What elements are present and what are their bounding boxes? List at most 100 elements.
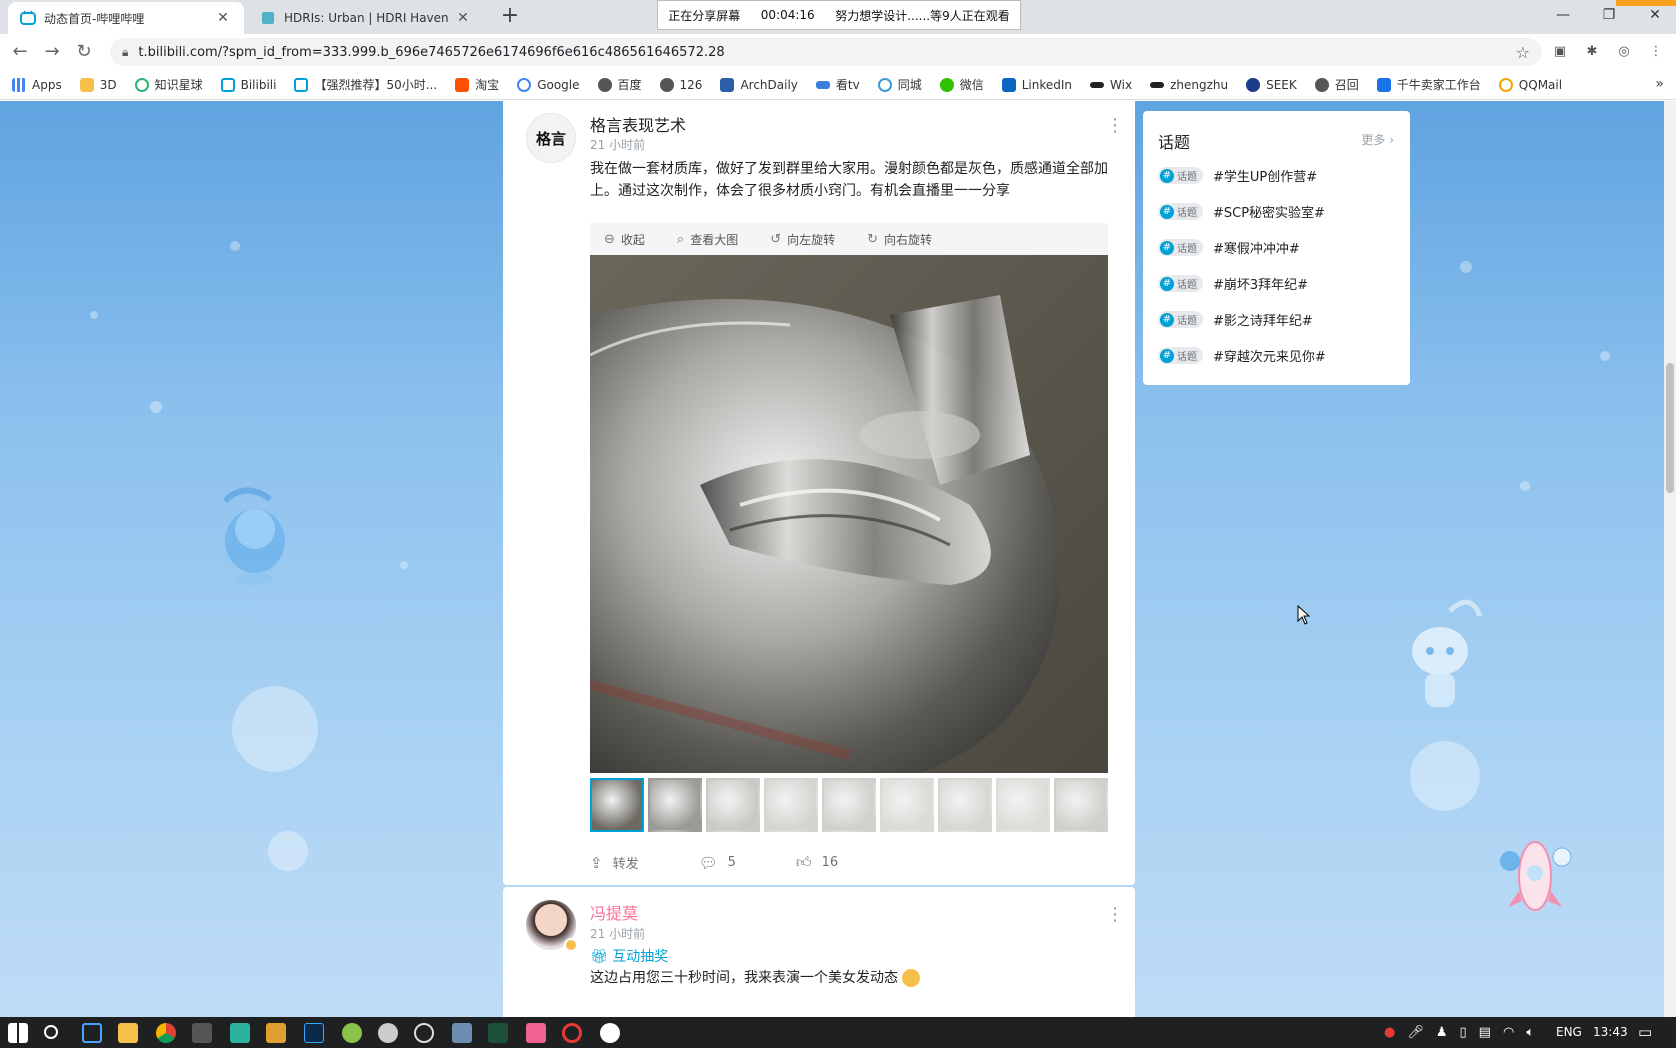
rotate-left-button[interactable]: ↺ 向左旋转 — [770, 231, 835, 248]
app-icon[interactable] — [342, 1023, 362, 1043]
close-tab-icon[interactable]: ✕ — [454, 10, 472, 26]
topic-item[interactable]: # 话题 #SCP秘密实验室# — [1158, 202, 1325, 221]
input-language[interactable]: ENG — [1556, 1017, 1582, 1048]
more-options-icon[interactable]: ⋮ — [1106, 117, 1124, 135]
reload-icon[interactable]: ↻ — [72, 40, 96, 64]
minimize-icon[interactable]: — — [1540, 0, 1586, 30]
topic-item[interactable]: # 话题 #穿越次元来见你# — [1158, 346, 1326, 365]
bookmark-linkedin[interactable]: LinkedIn — [1001, 77, 1072, 92]
image-thumbnail[interactable] — [706, 778, 760, 832]
app-icon[interactable] — [266, 1023, 286, 1043]
close-tab-icon[interactable]: ✕ — [214, 10, 232, 26]
app-icon[interactable] — [452, 1023, 472, 1043]
more-options-icon[interactable]: ⋮ — [1106, 906, 1124, 924]
lottery-link[interactable]: 🎁︎ 互动抽奖 — [590, 946, 668, 966]
network-icon[interactable]: ▤ — [1479, 1025, 1503, 1040]
address-bar[interactable]: 🔒︎ t.bilibili.com/?spm_id_from=333.999.b… — [110, 38, 1542, 66]
bookmark-baidu[interactable]: 百度 — [597, 76, 642, 93]
globe-icon — [1314, 77, 1329, 92]
battery-icon[interactable]: ▯ — [1460, 1025, 1479, 1040]
forward-arrow-icon[interactable]: → — [40, 40, 64, 64]
post-main-image[interactable] — [590, 255, 1108, 773]
app-icon[interactable] — [230, 1023, 250, 1043]
bookmark-wix[interactable]: Wix — [1090, 78, 1132, 92]
menu-kebab-icon[interactable]: ⋮ — [1646, 42, 1666, 62]
task-view-icon[interactable] — [82, 1023, 102, 1043]
bookmark-taobao[interactable]: 淘宝 — [455, 76, 499, 93]
rotate-right-button[interactable]: ↻ 向右旋转 — [867, 231, 932, 248]
bookmark-google[interactable]: Google — [517, 77, 580, 92]
bookmark-qqmail[interactable]: QQMail — [1498, 77, 1562, 92]
bookmark-126[interactable]: 126 — [659, 77, 702, 92]
avatar[interactable]: 格言 — [526, 113, 576, 163]
post-time[interactable]: 21 小时前 — [590, 925, 645, 942]
bookmark-3d[interactable]: 3D — [79, 77, 117, 92]
topic-item[interactable]: # 话题 #崩坏3拜年纪# — [1158, 274, 1308, 293]
like-button[interactable]: 👍︎ 16 — [796, 853, 838, 872]
app-icon[interactable] — [488, 1023, 508, 1043]
bookmark-apps[interactable]: Apps — [12, 77, 62, 92]
app-icon[interactable] — [526, 1023, 546, 1043]
bookmark-archdaily[interactable]: ArchDaily — [720, 77, 798, 92]
image-thumbnail[interactable] — [590, 778, 644, 832]
bookmark-50hours[interactable]: 【强烈推荐】50小时... — [294, 76, 437, 93]
bookmark-zsxq[interactable]: 知识星球 — [134, 76, 203, 93]
profile-extension-icon[interactable]: ◎ — [1614, 42, 1634, 62]
tab-hdri-haven[interactable]: HDRIs: Urban | HDRI Haven ✕ — [248, 2, 484, 34]
collapse-button[interactable]: ⊖ 收起 — [604, 231, 645, 248]
bookmark-kantv[interactable]: 看tv — [815, 76, 860, 93]
tab-bilibili[interactable]: 动态首页-哔哩哔哩 ✕ — [8, 2, 244, 34]
app-icon[interactable] — [600, 1023, 620, 1043]
app-tray-icon[interactable]: ♟ — [1436, 1025, 1460, 1040]
username[interactable]: 格言表现艺术 — [590, 112, 686, 136]
notifications-icon[interactable]: ▭ — [1638, 1017, 1652, 1048]
bookmark-qianniu[interactable]: 千牛卖家工作台 — [1376, 76, 1481, 93]
bookmark-tongcheng[interactable]: 同城 — [877, 76, 922, 93]
image-thumbnail[interactable] — [822, 778, 876, 832]
collapse-icon: ⊖ — [604, 231, 615, 247]
image-thumbnail[interactable] — [880, 778, 934, 832]
repost-button[interactable]: ⇪ 转发 — [590, 853, 639, 873]
search-icon[interactable] — [44, 1025, 58, 1039]
bookmark-bilibili[interactable]: Bilibili — [220, 77, 276, 92]
post-time[interactable]: 21 小时前 — [590, 136, 645, 153]
page-scrollbar[interactable] — [1664, 101, 1676, 1017]
back-arrow-icon[interactable]: ← — [8, 40, 32, 64]
wifi-icon[interactable]: ◠ — [1503, 1025, 1526, 1040]
chrome-icon[interactable] — [156, 1023, 176, 1043]
username[interactable]: 冯提莫 — [590, 900, 638, 924]
image-extension-icon[interactable]: ▣ — [1550, 42, 1570, 62]
record-tray-icon[interactable]: ● — [1384, 1025, 1407, 1040]
bookmark-star-icon[interactable]: ☆ — [1516, 43, 1530, 62]
bookmark-seek[interactable]: SEEK — [1246, 77, 1297, 92]
topic-item[interactable]: # 话题 #学生UP创作营# — [1158, 166, 1317, 185]
image-thumbnail[interactable] — [648, 778, 702, 832]
bookmark-wechat[interactable]: 微信 — [939, 76, 984, 93]
bookmarks-overflow-icon[interactable]: » — [1655, 76, 1664, 92]
back-to-top-rocket-icon[interactable] — [1490, 831, 1580, 921]
view-large-button[interactable]: ⌕ 查看大图 — [677, 231, 738, 248]
bookmark-zhengzhu[interactable]: zhengzhu — [1150, 78, 1228, 92]
wechat-taskbar-icon[interactable] — [378, 1023, 398, 1043]
image-thumbnail[interactable] — [1054, 778, 1108, 832]
clock[interactable]: 13:43 — [1593, 1017, 1628, 1048]
record-icon[interactable] — [562, 1023, 582, 1043]
volume-icon[interactable]: 🔈︎ — [1526, 1025, 1546, 1040]
new-tab-button[interactable]: + — [498, 5, 522, 29]
image-thumbnail[interactable] — [938, 778, 992, 832]
calculator-icon[interactable] — [192, 1023, 212, 1043]
windows-start-icon[interactable] — [8, 1023, 28, 1043]
puzzle-extension-icon[interactable]: ✱ — [1582, 42, 1602, 62]
image-thumbnail[interactable] — [996, 778, 1050, 832]
topic-item[interactable]: # 话题 #寒假冲冲冲# — [1158, 238, 1300, 257]
mic-icon[interactable]: 🎤︎ — [1407, 1025, 1436, 1040]
file-explorer-icon[interactable] — [118, 1023, 138, 1043]
topic-item[interactable]: # 话题 #影之诗拜年纪# — [1158, 310, 1313, 329]
scrollbar-thumb[interactable] — [1666, 363, 1674, 493]
app-icon[interactable] — [414, 1023, 434, 1043]
photoshop-icon[interactable] — [304, 1023, 324, 1043]
comment-button[interactable]: 💬︎ 5 — [699, 854, 736, 872]
image-thumbnail[interactable] — [764, 778, 818, 832]
bookmark-zhaohui[interactable]: 召回 — [1314, 76, 1359, 93]
topics-more-link[interactable]: 更多 › — [1361, 131, 1394, 148]
